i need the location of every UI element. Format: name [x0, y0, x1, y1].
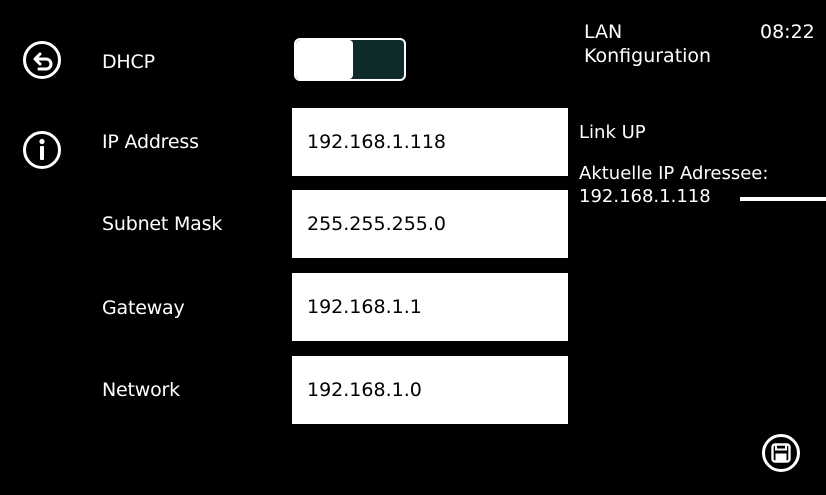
status-divider — [740, 197, 826, 201]
save-button[interactable] — [761, 433, 801, 473]
clock: 08:22 — [760, 21, 815, 43]
info-button[interactable] — [22, 130, 62, 170]
gateway-label: Gateway — [102, 297, 185, 319]
page-title-line1: LAN — [584, 21, 623, 43]
page-title: LAN Konfiguration — [584, 20, 711, 68]
ip-address-label: IP Address — [102, 131, 199, 153]
network-field[interactable]: 192.168.1.0 — [292, 356, 568, 424]
gateway-field[interactable]: 192.168.1.1 — [292, 273, 568, 341]
dhcp-toggle-knob — [296, 40, 353, 79]
back-arrow-icon — [23, 41, 61, 79]
lan-config-screen: DHCP IP Address Subnet Mask Gateway Netw… — [0, 0, 826, 495]
page-title-line2: Konfiguration — [584, 45, 712, 67]
info-icon — [23, 131, 61, 169]
subnet-mask-label: Subnet Mask — [102, 213, 223, 235]
current-ip-value: 192.168.1.118 — [579, 186, 711, 207]
link-status: Link UP — [579, 122, 646, 143]
network-label: Network — [102, 379, 180, 401]
current-ip-label: Aktuelle IP Adressee: — [579, 163, 769, 184]
back-button[interactable] — [22, 40, 62, 80]
dhcp-toggle[interactable] — [294, 38, 406, 81]
save-floppy-icon — [762, 434, 800, 472]
dhcp-label: DHCP — [102, 51, 155, 73]
subnet-mask-field[interactable]: 255.255.255.0 — [292, 190, 568, 258]
ip-address-field[interactable]: 192.168.1.118 — [292, 108, 568, 176]
